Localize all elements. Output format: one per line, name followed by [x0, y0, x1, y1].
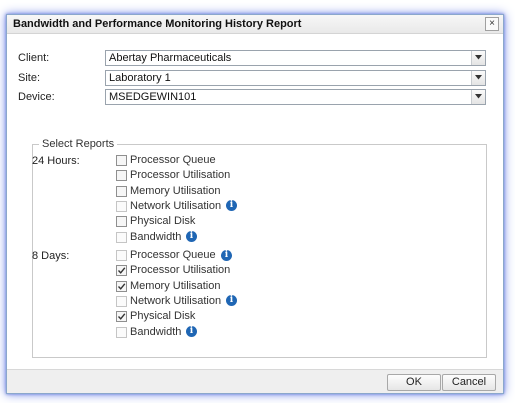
- report-checkbox-label[interactable]: Processor Utilisation: [130, 264, 230, 276]
- report-dialog: Bandwidth and Performance Monitoring His…: [6, 14, 504, 394]
- title-bar[interactable]: Bandwidth and Performance Monitoring His…: [7, 15, 503, 34]
- report-checkbox-label[interactable]: Bandwidth: [130, 326, 181, 338]
- report-checkbox-label[interactable]: Processor Queue: [130, 154, 216, 166]
- report-checkbox-label[interactable]: Memory Utilisation: [130, 280, 220, 292]
- report-checkbox[interactable]: [116, 326, 127, 338]
- check-icon: [117, 267, 126, 275]
- report-checkbox-label[interactable]: Bandwidth: [130, 231, 181, 243]
- cancel-button[interactable]: Cancel: [442, 374, 496, 391]
- select-reports-group: [32, 144, 487, 358]
- chevron-down-icon[interactable]: [471, 71, 485, 85]
- client-value: Abertay Pharmaceuticals: [109, 52, 232, 64]
- site-select[interactable]: Laboratory 1: [105, 70, 486, 86]
- chevron-down-icon[interactable]: [471, 90, 485, 104]
- report-checkbox-label[interactable]: Processor Utilisation: [130, 169, 230, 181]
- report-checkbox[interactable]: [116, 280, 127, 292]
- device-label: Device:: [18, 91, 55, 103]
- client-label: Client:: [18, 52, 50, 64]
- report-checkbox-label[interactable]: Network Utilisation: [130, 295, 221, 307]
- info-icon[interactable]: i: [221, 249, 232, 261]
- report-checkbox[interactable]: [116, 265, 127, 277]
- dialog-title: Bandwidth and Performance Monitoring His…: [13, 18, 302, 30]
- check-icon: [117, 282, 126, 290]
- device-select[interactable]: MSEDGEWIN101: [105, 89, 486, 105]
- select-reports-legend: Select Reports: [39, 138, 118, 150]
- client-select[interactable]: Abertay Pharmaceuticals: [105, 50, 486, 66]
- report-checkbox[interactable]: [116, 155, 127, 166]
- report-checkbox[interactable]: [116, 170, 127, 182]
- report-checkbox[interactable]: [116, 185, 127, 197]
- device-value: MSEDGEWIN101: [109, 91, 197, 103]
- dialog-footer: OK Cancel: [7, 369, 503, 393]
- chevron-down-icon[interactable]: [471, 51, 485, 65]
- report-group-label: 8 Days:: [32, 250, 70, 262]
- site-label: Site:: [18, 72, 41, 84]
- close-icon: ×: [489, 18, 495, 29]
- site-value: Laboratory 1: [109, 72, 171, 84]
- report-checkbox-label[interactable]: Processor Queue: [130, 249, 216, 261]
- report-checkbox-label[interactable]: Memory Utilisation: [130, 185, 220, 197]
- report-checkbox-label[interactable]: Physical Disk: [130, 215, 195, 227]
- report-checkbox[interactable]: [116, 216, 127, 228]
- ok-button[interactable]: OK: [387, 374, 441, 391]
- report-checkbox[interactable]: [116, 311, 127, 323]
- report-checkbox[interactable]: [116, 200, 127, 212]
- report-checkbox[interactable]: [116, 250, 127, 261]
- info-icon[interactable]: i: [186, 326, 197, 337]
- report-checkbox-label[interactable]: Network Utilisation: [130, 200, 221, 212]
- check-icon: [117, 313, 126, 321]
- report-checkbox[interactable]: [116, 231, 127, 243]
- report-checkbox-label[interactable]: Physical Disk: [130, 310, 195, 322]
- info-icon[interactable]: i: [186, 231, 197, 242]
- close-button[interactable]: ×: [485, 17, 499, 31]
- report-checkbox[interactable]: [116, 295, 127, 307]
- report-group-label: 24 Hours:: [32, 155, 80, 167]
